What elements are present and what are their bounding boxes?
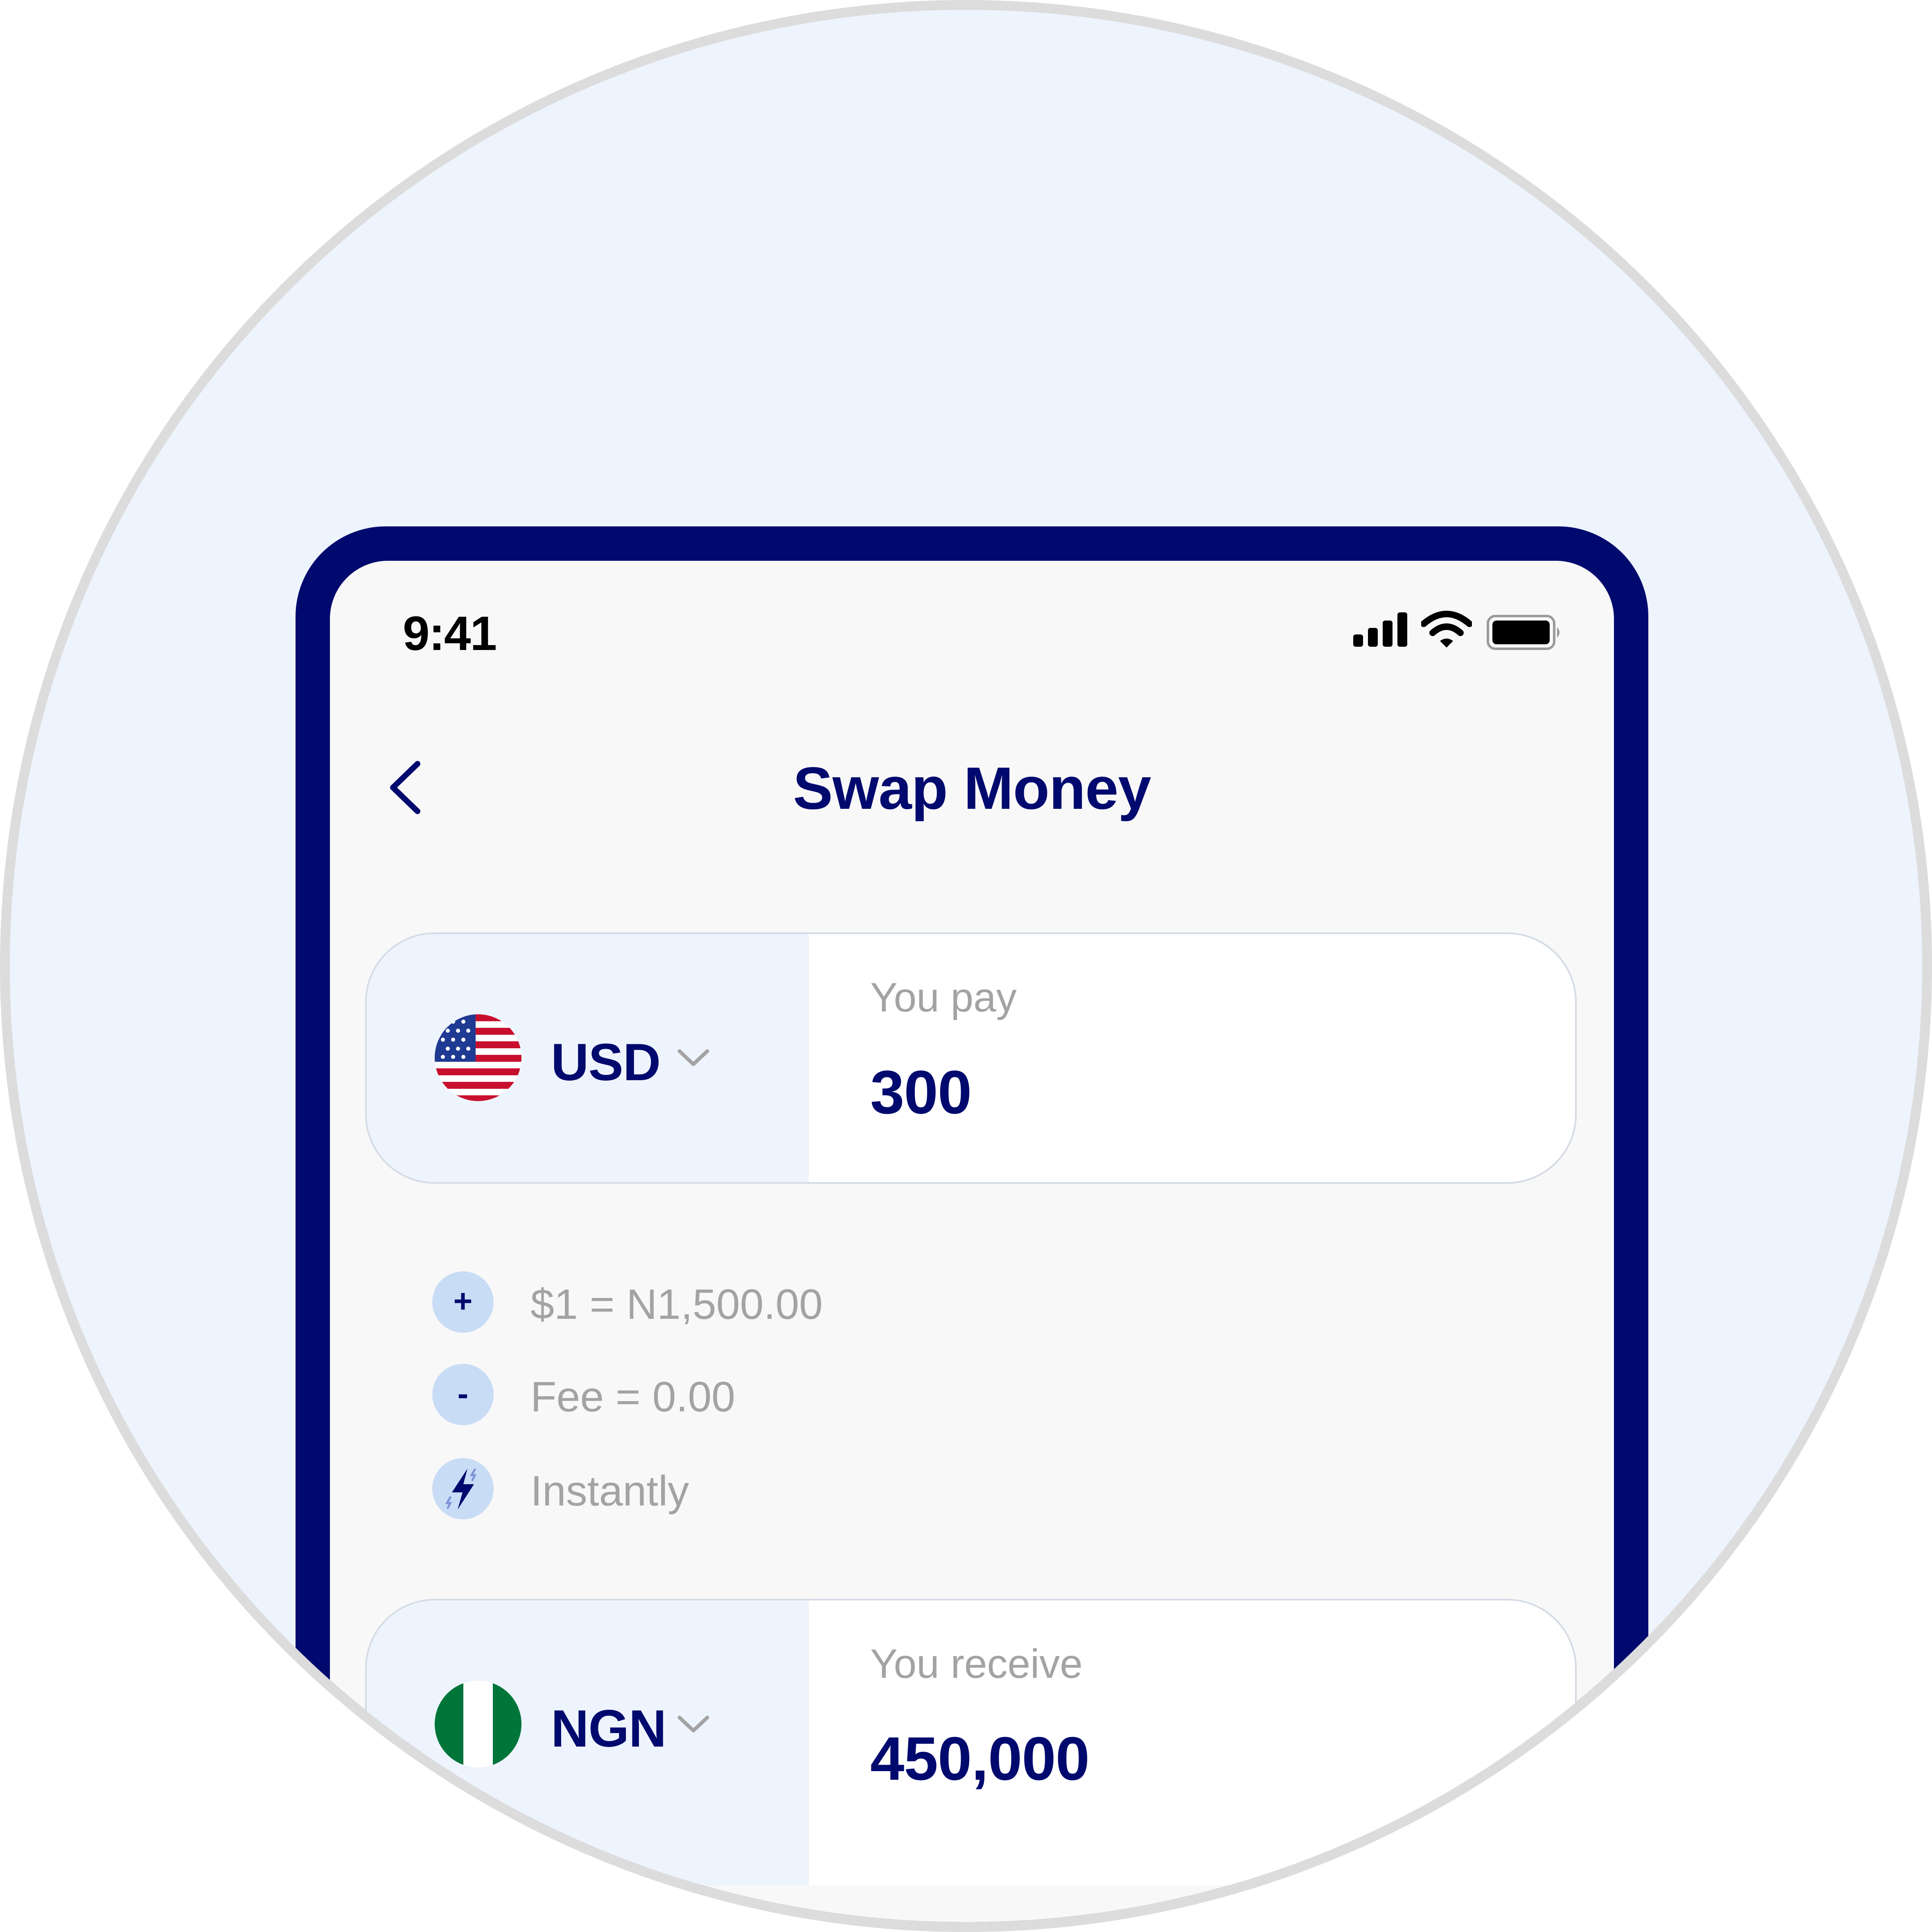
currency-code: NGN <box>551 1700 666 1758</box>
currency-code: USD <box>551 1033 661 1092</box>
wifi-icon <box>1421 611 1472 648</box>
ng-flag-icon <box>435 1681 521 1767</box>
minus-icon: - <box>432 1364 494 1425</box>
pay-card: USD You pay 300 <box>365 932 1577 1184</box>
circle-frame: 9:41 Swap Money USD You pay 300 + $1 = N… <box>0 0 1932 1932</box>
pay-amount-input[interactable]: 300 <box>870 1057 972 1128</box>
page-title: Swap Money <box>793 755 1151 822</box>
rate-text: $1 = N1,500.00 <box>530 1281 823 1328</box>
receive-label: You receive <box>870 1641 1083 1687</box>
chevron-down-icon <box>677 1715 709 1733</box>
battery-icon <box>1487 615 1560 650</box>
fee-text: Fee = 0.00 <box>530 1373 736 1421</box>
lightning-icon <box>432 1458 494 1519</box>
chevron-down-icon <box>677 1049 709 1066</box>
currency-selector-usd[interactable]: USD <box>367 934 809 1182</box>
us-flag-icon <box>435 1014 521 1101</box>
pay-label: You pay <box>870 975 1017 1020</box>
phone-frame: 9:41 Swap Money USD You pay 300 + $1 = N… <box>296 526 1648 1922</box>
status-time: 9:41 <box>403 607 497 661</box>
signal-icon <box>1353 612 1408 647</box>
plus-icon: + <box>432 1271 494 1333</box>
receive-amount: 450,000 <box>870 1724 1090 1793</box>
phone-screen: 9:41 Swap Money USD You pay 300 + $1 = N… <box>330 561 1614 1922</box>
speed-text: Instantly <box>530 1467 689 1515</box>
currency-selector-ngn[interactable]: NGN <box>367 1600 809 1885</box>
receive-card: NGN You receive 450,000 <box>365 1599 1577 1885</box>
